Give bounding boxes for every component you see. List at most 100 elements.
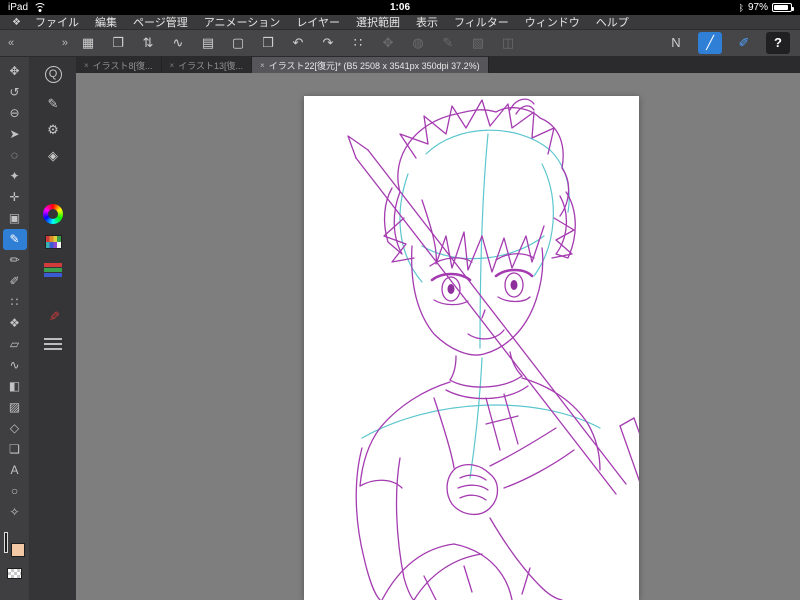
canvas-export-button[interactable]: ❐ bbox=[106, 32, 130, 54]
rotate-canvas-tool[interactable]: ↺ bbox=[3, 82, 27, 103]
collapse-left-icon[interactable]: « bbox=[8, 37, 14, 49]
menu-filter[interactable]: フィルター bbox=[446, 14, 517, 30]
undo-button[interactable]: ↶ bbox=[286, 32, 310, 54]
decoration-tool[interactable]: ❖ bbox=[3, 313, 27, 334]
canvas-viewport[interactable] bbox=[76, 73, 800, 600]
brush-shape-button[interactable] bbox=[38, 332, 68, 356]
quick-access-button[interactable]: Q bbox=[38, 62, 68, 86]
page-manage-button[interactable]: ❒ bbox=[256, 32, 280, 54]
reference-button[interactable]: ◍ bbox=[406, 32, 430, 54]
toolbar-right-group: N ╱ ✐ ? bbox=[664, 32, 800, 54]
tab-label: イラスト13[復... bbox=[178, 60, 244, 71]
color-wheel-button[interactable] bbox=[38, 202, 68, 226]
tab-close-icon[interactable]: × bbox=[170, 61, 175, 70]
battery-percent: 97% bbox=[747, 2, 768, 13]
page-template-button[interactable]: ▢ bbox=[226, 32, 250, 54]
figure-tool[interactable]: ◇ bbox=[3, 418, 27, 439]
bluetooth-icon: ᛒ bbox=[738, 2, 744, 13]
red-pen-icon: ✎ bbox=[46, 310, 61, 322]
pen-n-button[interactable]: N bbox=[664, 32, 688, 54]
sidebar: ✥ ↺ ⊖ ➤ ◌ ✦ ✛ ▣ ✎ ✏ ✐ ∷ ❖ ▱ ∿ ◧ ▨ ◇ ❏ A … bbox=[0, 57, 76, 600]
blend-tool[interactable]: ∿ bbox=[3, 355, 27, 376]
color-set-icon bbox=[44, 235, 62, 249]
tool-property-button[interactable]: ⚙ bbox=[38, 118, 68, 142]
tab-close-icon[interactable]: × bbox=[260, 61, 265, 70]
menu-animation[interactable]: アニメーション bbox=[196, 14, 289, 30]
wand-tool[interactable]: ✦ bbox=[3, 166, 27, 187]
artwork-sketch bbox=[347, 98, 639, 600]
app-icon[interactable]: ❖ bbox=[6, 17, 27, 28]
balloon-tool[interactable]: ○ bbox=[3, 481, 27, 502]
tab-illust-8[interactable]: × イラスト8[復... bbox=[76, 57, 162, 73]
menu-help[interactable]: ヘルプ bbox=[588, 14, 637, 30]
fill-tool[interactable]: ◧ bbox=[3, 376, 27, 397]
gradient-tool[interactable]: ▨ bbox=[3, 397, 27, 418]
toolbar-left-group: ▦ ❐ ⇅ ∿ ▤ ▢ ❒ ↶ ↷ ∷ ✥ ◍ ✎ ▧ ◫ bbox=[76, 32, 520, 54]
material-button[interactable]: ◫ bbox=[496, 32, 520, 54]
tab-close-icon[interactable]: × bbox=[84, 61, 89, 70]
object-tool[interactable]: ➤ bbox=[3, 124, 27, 145]
menu-window[interactable]: ウィンドウ bbox=[517, 14, 588, 30]
tool-column: ✥ ↺ ⊖ ➤ ◌ ✦ ✛ ▣ ✎ ✏ ✐ ∷ ❖ ▱ ∿ ◧ ▨ ◇ ❏ A … bbox=[0, 57, 30, 600]
menu-page-manage[interactable]: ページ管理 bbox=[125, 14, 196, 30]
navigator-button[interactable]: ◈ bbox=[38, 144, 68, 168]
tab-illust-13[interactable]: × イラスト13[復... bbox=[162, 57, 253, 73]
redo-button[interactable]: ↷ bbox=[316, 32, 340, 54]
color-slider-icon bbox=[44, 263, 62, 277]
new-page-button[interactable]: ▤ bbox=[196, 32, 220, 54]
tab-illust-22[interactable]: × イラスト22[復元]* (B5 2508 x 3541px 350dpi 3… bbox=[252, 57, 489, 73]
sub-tool-button[interactable]: ✎ bbox=[38, 92, 68, 116]
stream-line-button[interactable]: ∿ bbox=[166, 32, 190, 54]
collapse-right-icon[interactable]: » bbox=[62, 37, 68, 49]
snap-button[interactable]: ∷ bbox=[346, 32, 370, 54]
status-time: 1:06 bbox=[389, 2, 410, 13]
menu-view[interactable]: 表示 bbox=[408, 14, 446, 30]
brush-blue-button[interactable]: ✐ bbox=[732, 32, 756, 54]
pen-tool[interactable]: ✎ bbox=[2, 229, 27, 250]
menu-edit[interactable]: 編集 bbox=[87, 14, 125, 30]
main-color-swatch[interactable] bbox=[4, 532, 8, 553]
status-bar: iPad 1:06 ᛒ 97% bbox=[0, 0, 800, 15]
pencil-tool[interactable]: ✏ bbox=[3, 250, 27, 271]
text-tool[interactable]: A bbox=[3, 460, 27, 481]
move-layer-tool[interactable]: ✛ bbox=[3, 187, 27, 208]
frame-border-tool[interactable]: ❏ bbox=[3, 439, 27, 460]
color-mix-button[interactable]: ✎ bbox=[38, 304, 68, 328]
menu-file[interactable]: ファイル bbox=[27, 14, 87, 30]
edit-line-button[interactable]: ✎ bbox=[436, 32, 460, 54]
toolbar: « » ▦ ❐ ⇅ ∿ ▤ ▢ ❒ ↶ ↷ ∷ ✥ ◍ ✎ ▧ ◫ N ╱ ✐ … bbox=[0, 30, 800, 57]
lasso-tool[interactable]: ◌ bbox=[3, 145, 27, 166]
gear-icon: ⚙ bbox=[47, 122, 59, 137]
quick-access-icon: Q bbox=[44, 65, 62, 83]
tab-label: イラスト22[復元]* (B5 2508 x 3541px 350dpi 37.… bbox=[268, 60, 480, 71]
sub-tool-icon: ✎ bbox=[47, 96, 59, 111]
canvas-page[interactable] bbox=[304, 96, 639, 600]
battery-icon bbox=[772, 3, 794, 12]
sub-color-swatch[interactable] bbox=[11, 543, 25, 557]
color-set-button[interactable] bbox=[38, 230, 68, 254]
stacked-lines-icon bbox=[44, 337, 62, 351]
line-correction-button[interactable]: ╱ bbox=[698, 32, 722, 54]
zoom-tool[interactable]: ⊖ bbox=[3, 103, 27, 124]
menu-selection[interactable]: 選択範囲 bbox=[348, 14, 408, 30]
eraser-tool[interactable]: ▱ bbox=[3, 334, 27, 355]
navigator-icon: ◈ bbox=[48, 148, 58, 163]
color-swatches bbox=[0, 532, 30, 592]
pattern-button[interactable]: ▧ bbox=[466, 32, 490, 54]
color-slider-button[interactable] bbox=[38, 258, 68, 282]
help-button[interactable]: ? bbox=[766, 32, 790, 54]
document-tab-bar: × イラスト8[復... × イラスト13[復... × イラスト22[復元]*… bbox=[76, 57, 800, 73]
brush-tool[interactable]: ✐ bbox=[3, 271, 27, 292]
color-wheel-icon bbox=[43, 204, 63, 224]
crop-tool[interactable]: ▣ bbox=[3, 208, 27, 229]
transparent-color-swatch[interactable] bbox=[7, 568, 22, 579]
swap-tool-button[interactable]: ⇅ bbox=[136, 32, 160, 54]
airbrush-tool[interactable]: ∷ bbox=[3, 292, 27, 313]
tab-label: イラスト8[復... bbox=[92, 60, 153, 71]
transform-button[interactable]: ✥ bbox=[376, 32, 400, 54]
eyedropper-tool[interactable]: ✧ bbox=[3, 502, 27, 523]
workspace-grid-button[interactable]: ▦ bbox=[76, 32, 100, 54]
menu-layer[interactable]: レイヤー bbox=[288, 14, 348, 30]
menu-bar: ❖ ファイル 編集 ページ管理 アニメーション レイヤー 選択範囲 表示 フィル… bbox=[0, 15, 800, 30]
hand-tool[interactable]: ✥ bbox=[3, 61, 27, 82]
